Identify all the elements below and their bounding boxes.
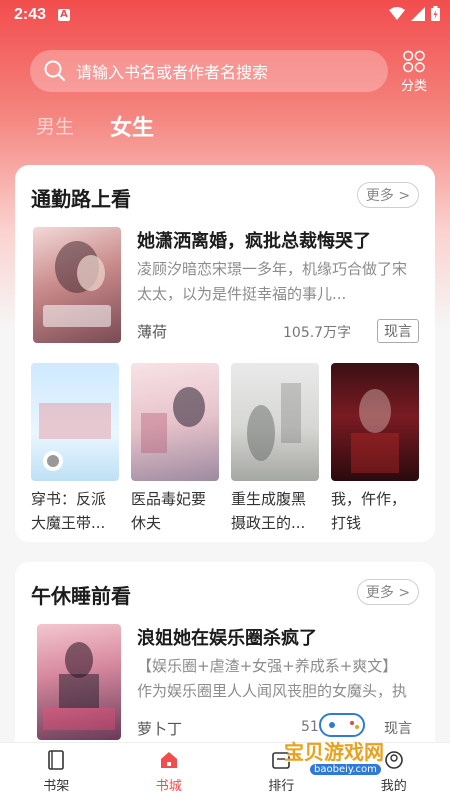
book-title: 我，仵作，打钱 — [331, 490, 407, 532]
featured-book-author: 薄荷 — [137, 323, 168, 341]
book-item[interactable]: 医品毒妃要休夫 — [131, 363, 219, 535]
nav-label: 书城 — [155, 779, 182, 794]
cover-art — [43, 642, 115, 730]
watermark-text: 宝贝游戏网 — [284, 740, 384, 764]
nav-label: 我的 — [380, 779, 407, 794]
category-label: 分类 — [400, 79, 427, 94]
search-input[interactable]: 请输入书名或者作者名搜索 — [30, 50, 388, 92]
book-title: 重生成腹黑摄政王的... — [231, 490, 307, 532]
book-cover — [331, 363, 419, 481]
book-title: 穿书：反派大魔王带... — [31, 490, 107, 532]
bookstore-icon — [160, 752, 177, 768]
featured-book-desc: 【娱乐圈+虐渣+女强+养成系+爽文】 作为娱乐圈里人人闻风丧胆的女魔头，执逸..… — [137, 657, 408, 700]
status-time: 2:43 — [14, 6, 47, 23]
more-button[interactable]: 更多 > — [357, 182, 419, 208]
wifi-icon — [389, 6, 405, 20]
featured-book-tag: 现言 — [377, 319, 419, 343]
nav-label: 排行 — [268, 779, 295, 794]
nav-bookshelf[interactable]: 书架 — [0, 743, 113, 800]
search-icon — [44, 60, 66, 82]
battery-icon — [431, 6, 440, 21]
section-commute: 通勤路上看 更多 > 她潇洒离婚，疯批总裁悔哭了 凌顾汐暗恋宋璟一多年，机缘巧合… — [15, 165, 435, 542]
section-title: 午休睡前看 — [31, 584, 131, 608]
status-bar: 2:43 A — [0, 0, 450, 32]
search-placeholder: 请输入书名或者作者名搜索 — [76, 63, 269, 82]
section-title: 通勤路上看 — [31, 187, 131, 211]
bookshelf-icon — [48, 750, 65, 770]
featured-book-title[interactable]: 她潇洒离婚，疯批总裁悔哭了 — [137, 227, 422, 253]
featured-book-desc: 凌顾汐暗恋宋璟一多年，机缘巧合做了宋太太，以为是件挺幸福的事儿... — [137, 260, 408, 303]
featured-book-wordcount: 105.7万字 — [283, 325, 352, 341]
book-cover — [231, 363, 319, 481]
featured-book-cover[interactable] — [33, 227, 121, 343]
book-title: 医品毒妃要休夫 — [131, 490, 207, 532]
status-icons — [389, 6, 440, 21]
nav-label: 书架 — [43, 779, 70, 794]
book-cover — [31, 363, 119, 481]
notification-app-icon: A — [58, 9, 70, 21]
cover-art — [43, 241, 111, 327]
book-item[interactable]: 重生成腹黑摄政王的... — [231, 363, 319, 535]
category-button[interactable]: 分类 — [396, 50, 432, 94]
featured-book-cover[interactable] — [37, 624, 121, 740]
featured-book-title[interactable]: 浪姐她在娱乐圈杀疯了 — [137, 624, 422, 650]
signal-icon — [411, 6, 425, 21]
watermark-url: baobeiy.com — [310, 764, 381, 775]
tab-female[interactable]: 女生 — [110, 110, 154, 142]
book-cover — [131, 363, 219, 481]
book-item[interactable]: 我，仵作，打钱 — [331, 363, 419, 535]
featured-book-author: 萝卜丁 — [137, 720, 183, 738]
gamepad-icon — [319, 713, 365, 737]
nav-bookstore[interactable]: 书城 — [113, 743, 226, 800]
watermark-logo: 宝贝游戏网 baobeiy.com — [272, 706, 422, 776]
more-button[interactable]: 更多 > — [357, 579, 419, 605]
book-item[interactable]: 穿书：反派大魔王带... — [31, 363, 119, 535]
tab-male[interactable]: 男生 — [36, 112, 74, 139]
category-grid-icon — [403, 50, 425, 73]
